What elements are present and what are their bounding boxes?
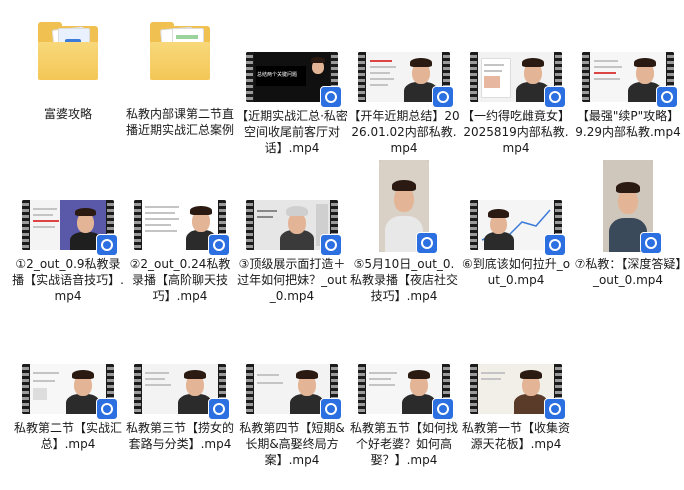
video-file-label: 【近期实战汇总·私密空间收尾前客厅对话】.mp4	[236, 109, 348, 155]
video-badge-icon	[544, 234, 566, 256]
video-file-item[interactable]: ⑥到底该如何拉升_out_0.mp4	[460, 200, 572, 300]
folder-item[interactable]: 富婆攻略	[12, 20, 124, 130]
video-overlay-text: 总结两个关键问题	[257, 72, 298, 78]
video-file-label: ③顶级展示面打造＋过年如何把妹？_out_0.mp4	[237, 257, 347, 303]
video-file-label: 私教第一节【收集资源天花板】.mp4	[461, 421, 570, 451]
video-file-item[interactable]: 私教第二节【实战汇总】.mp4	[12, 364, 124, 464]
video-file-label: 【开年近期总结】2026.01.02内部私教.mp4	[348, 109, 460, 155]
video-badge-icon	[544, 86, 566, 108]
video-file-item[interactable]: 私教第三节【捞女的套路与分类】.mp4	[124, 364, 236, 464]
video-file-label: 【最强"续P"攻略】9.29内部私教.mp4	[575, 109, 681, 139]
video-file-item[interactable]: 【一约得吃雌竟女】2025819内部私教.mp4	[460, 52, 572, 155]
video-file-item[interactable]: ②2_out_0.24私教录播【高阶聊天技巧】.mp4	[124, 200, 236, 303]
video-badge-icon	[96, 398, 118, 420]
video-file-item[interactable]: 总结两个关键问题 【近期实战汇总·私密空间收尾前客厅对话】.mp4	[236, 52, 348, 155]
video-file-label: ⑦私教：【深度答疑】_out_0.mp4	[574, 257, 682, 287]
folder-label: 私教内部课第二节直播近期实战汇总案例	[125, 107, 234, 137]
video-file-label: ②2_out_0.24私教录播【高阶聊天技巧】.mp4	[129, 257, 231, 303]
video-file-label: 私教第三节【捞女的套路与分类】.mp4	[125, 421, 234, 451]
video-badge-icon	[320, 398, 342, 420]
video-badge-icon	[208, 234, 230, 256]
video-badge-icon	[432, 86, 454, 108]
video-badge-icon	[640, 232, 662, 254]
video-badge-icon	[208, 398, 230, 420]
video-file-label: ⑥到底该如何拉升_out_0.mp4	[461, 257, 571, 287]
video-file-item[interactable]: 【最强"续P"攻略】9.29内部私教.mp4	[572, 52, 684, 152]
video-badge-icon	[320, 86, 342, 108]
video-file-item[interactable]: 【开年近期总结】2026.01.02内部私教.mp4	[348, 52, 460, 155]
video-file-item[interactable]: ①2_out_0.9私教录播【实战语音技巧】.mp4	[12, 200, 124, 303]
video-file-item[interactable]: 私教第一节【收集资源天花板】.mp4	[460, 364, 572, 464]
folder-icon	[36, 22, 100, 80]
video-file-item[interactable]: ⑦私教：【深度答疑】_out_0.mp4	[572, 160, 684, 310]
folder-icon	[148, 22, 212, 80]
video-file-item[interactable]: ③顶级展示面打造＋过年如何把妹？_out_0.mp4	[236, 200, 348, 303]
video-file-item[interactable]: ⑤5月10日_out_0.私教录播【夜店社交技巧】.mp4	[348, 160, 460, 320]
video-file-label: 私教第五节【如何找个好老婆？如何高娶？】.mp4	[349, 421, 458, 467]
video-badge-icon	[416, 232, 438, 254]
video-file-label: 【一约得吃雌竟女】2025819内部私教.mp4	[461, 109, 570, 155]
video-badge-icon	[656, 86, 678, 108]
video-file-label: ⑤5月10日_out_0.私教录播【夜店社交技巧】.mp4	[349, 257, 458, 303]
video-badge-icon	[544, 398, 566, 420]
video-badge-icon	[96, 234, 118, 256]
video-badge-icon	[432, 398, 454, 420]
video-file-label: 私教第二节【实战汇总】.mp4	[13, 421, 122, 451]
folder-item[interactable]: 私教内部课第二节直播近期实战汇总案例	[124, 20, 236, 150]
video-file-label: 私教第四节【短期&长期&高娶终局方案】.mp4	[239, 421, 345, 467]
video-file-item[interactable]: 私教第四节【短期&长期&高娶终局方案】.mp4	[236, 364, 348, 467]
folder-label: 富婆攻略	[43, 107, 92, 121]
video-badge-icon	[320, 234, 342, 256]
video-file-item[interactable]: 私教第五节【如何找个好老婆？如何高娶？】.mp4	[348, 364, 460, 480]
video-file-label: ①2_out_0.9私教录播【实战语音技巧】.mp4	[12, 257, 124, 303]
